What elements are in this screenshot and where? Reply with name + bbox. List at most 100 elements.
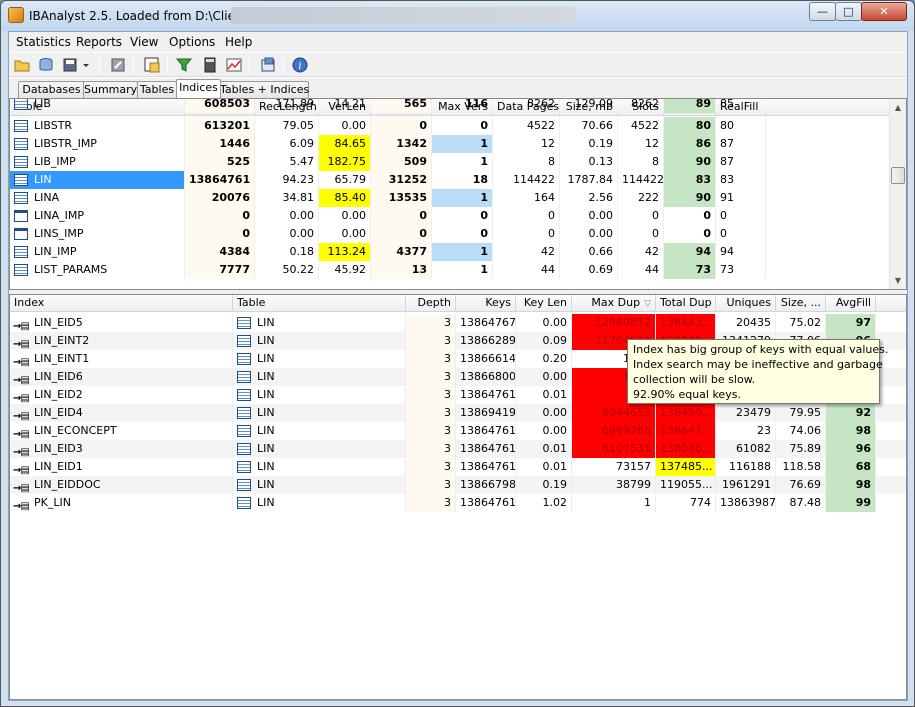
cell-maxdup: 38799 (572, 476, 656, 494)
table-icon (237, 443, 251, 455)
cell-realfill: 0 (716, 207, 766, 225)
cell-size: 0.66 (560, 243, 618, 261)
cell-verlen: 85.40 (319, 189, 371, 207)
index-row[interactable]: →▤ LIN_EID5 LIN 3 13864767 0.00 12980872 138443… (10, 314, 906, 332)
cell-avgfill: 83 (664, 171, 716, 189)
table-row[interactable]: LINS_IMP 0 0.00 0.00 0 0 0 0.00 0 0 0 (10, 225, 890, 243)
tab-databases[interactable]: Databases (18, 81, 85, 98)
table-icon (14, 174, 28, 186)
cell-reclength: 94.23 (255, 171, 319, 189)
menu-help[interactable]: Help (225, 35, 252, 49)
close-button[interactable]: ✕ (861, 2, 907, 21)
cell-verlen: 84.65 (319, 135, 371, 153)
tab-tables[interactable]: Tables (137, 81, 177, 98)
column-header-keys[interactable]: Keys (456, 295, 516, 312)
cell-avgfill: 90 (664, 189, 716, 207)
app-icon (8, 7, 24, 23)
table-row[interactable]: LINA 20076 34.81 85.40 13535 1 164 2.56 222 90 91 (10, 189, 890, 207)
chart-icon[interactable] (225, 56, 243, 74)
cell-slots: 4522 (618, 117, 664, 135)
cell-keylen: 0.01 (516, 440, 572, 458)
save-icon[interactable] (61, 56, 79, 74)
menu-view[interactable]: View (130, 35, 158, 49)
table-row[interactable]: LIB 608503 171.89 14.21 565 116 8262 129.09 8262… (10, 99, 890, 113)
export-icon[interactable] (109, 56, 127, 74)
cell-avgfill: 99 (826, 494, 876, 512)
cell-totaldup: 137485... (656, 458, 716, 476)
svg-text:i: i (298, 61, 301, 72)
menu-statistics[interactable]: Statistics (16, 35, 71, 49)
table-row[interactable]: LINA_IMP 0 0.00 0.00 0 0 0 0.00 0 0 0 (10, 207, 890, 225)
index-row[interactable]: →▤ LIN_EIDDOC LIN 3 13866798 0.19 38799 119055.… (10, 476, 906, 494)
cell-maxvers: 0 (432, 117, 493, 135)
table-row[interactable]: LIN 13864761 94.23 65.79 31252 18 114422 1787.8… (10, 171, 890, 189)
about-icon[interactable]: i (291, 56, 309, 74)
index-row[interactable]: →▤ LIN_EID4 LIN 3 13869419 0.00 9044653 138459.… (10, 404, 906, 422)
table-icon (14, 192, 28, 204)
scroll-up-arrow-icon[interactable]: ▲ (890, 99, 906, 116)
table-icon (237, 461, 251, 473)
cell-versions: 0 (371, 207, 432, 225)
menu-options[interactable]: Options (169, 35, 215, 49)
table-icon (14, 246, 28, 258)
column-header-avgfill[interactable]: AvgFill (826, 295, 876, 312)
index-row[interactable]: →▤ LIN_EID1 LIN 3 13864761 0.01 73157 137485...… (10, 458, 906, 476)
sort-descending-icon: ▽ (644, 299, 651, 309)
tab-indices[interactable]: Indices (176, 79, 221, 98)
cell-keys: 13869419 (456, 404, 516, 422)
database-icon[interactable] (37, 56, 55, 74)
index-row[interactable]: →▤ PK_LIN LIN 3 13864761 1.02 1 774 13863987 87.4… (10, 494, 906, 512)
cell-table: LIN (233, 314, 406, 332)
cell-reclength: 79.05 (255, 117, 319, 135)
index-row[interactable]: →▤ LIN_ECONCEPT LIN 3 13864761 0.00 6999268 138… (10, 422, 906, 440)
table-row[interactable]: LIST_PARAMS 7777 50.22 45.92 13 1 44 0.69 44 73 73 (10, 261, 890, 279)
index-name: LIN_EID5 (34, 316, 83, 329)
index-row[interactable]: →▤ LIN_EID3 LIN 3 13864761 0.01 6107531 138036.… (10, 440, 906, 458)
cell-slots: 114422 (618, 171, 664, 189)
options-icon[interactable] (259, 56, 277, 74)
column-header-max-dup[interactable]: Max Dup ▽ (572, 295, 656, 312)
cell-depth: 3 (406, 422, 456, 440)
cell-totaldup: 138036... (656, 440, 716, 458)
table-name: LIBSTR_IMP (34, 137, 97, 150)
cell-depth: 3 (406, 476, 456, 494)
index-key-icon: →▤ (13, 447, 30, 458)
column-header-uniques[interactable]: Uniques (716, 295, 776, 312)
cell-maxdup: 1 (572, 494, 656, 512)
cell-realfill: 91 (716, 189, 766, 207)
scroll-down-arrow-icon[interactable]: ▼ (890, 272, 906, 289)
column-header-size-[interactable]: Size, ... (776, 295, 826, 312)
title-bar[interactable]: IBAnalyst 2.5. Loaded from D:\Clients' —… (1, 1, 914, 31)
column-header-index[interactable]: Index (10, 295, 233, 312)
tab-summary[interactable]: Summary (83, 81, 138, 98)
filter-icon[interactable] (175, 56, 193, 74)
table-row[interactable]: LIBSTR 613201 79.05 0.00 0 0 4522 70.66 4522 80 80 (10, 117, 890, 135)
scroll-thumb[interactable] (891, 167, 905, 184)
tables-grid[interactable]: TableRecordsRecLengthVerLenVersionsMax V… (9, 98, 907, 290)
tables-vertical-scrollbar[interactable]: ▲ ▼ (889, 99, 906, 289)
cell-depth: 3 (406, 314, 456, 332)
cell-datapages: 0 (493, 207, 560, 225)
calculator-icon[interactable] (201, 56, 219, 74)
column-header-key-len[interactable]: Key Len (516, 295, 572, 312)
index-key-icon: →▤ (13, 393, 30, 404)
cell-size: 0.00 (560, 207, 618, 225)
open-folder-icon[interactable] (13, 56, 31, 74)
column-header-table[interactable]: Table (233, 295, 406, 312)
column-header-total-dup[interactable]: Total Dup (656, 295, 716, 312)
table-report-icon[interactable] (143, 56, 161, 74)
cell-realfill: 85 (716, 99, 766, 113)
table-row[interactable]: LIN_IMP 4384 0.18 113.24 4377 1 42 0.66 42 94 94 (10, 243, 890, 261)
menu-reports[interactable]: Reports (76, 35, 122, 49)
maximize-button[interactable]: □ (835, 2, 862, 21)
table-row[interactable]: LIB_IMP 525 5.47 182.75 509 1 8 0.13 8 90 87 (10, 153, 890, 171)
minimize-button[interactable]: — (809, 2, 836, 21)
column-header-depth[interactable]: Depth (406, 295, 456, 312)
cell-versions: 509 (371, 153, 432, 171)
tab-tables-indices[interactable]: Tables + Indices (219, 81, 309, 98)
dropdown-arrow-icon[interactable] (81, 56, 91, 74)
menu-bar: Statistics Reports View Options Help (9, 32, 907, 52)
cell-size: 1787.84 (560, 171, 618, 189)
table-row[interactable]: LIBSTR_IMP 1446 6.09 84.65 1342 1 12 0.19 12 86 87 (10, 135, 890, 153)
cell-size: 75.89 (776, 440, 826, 458)
